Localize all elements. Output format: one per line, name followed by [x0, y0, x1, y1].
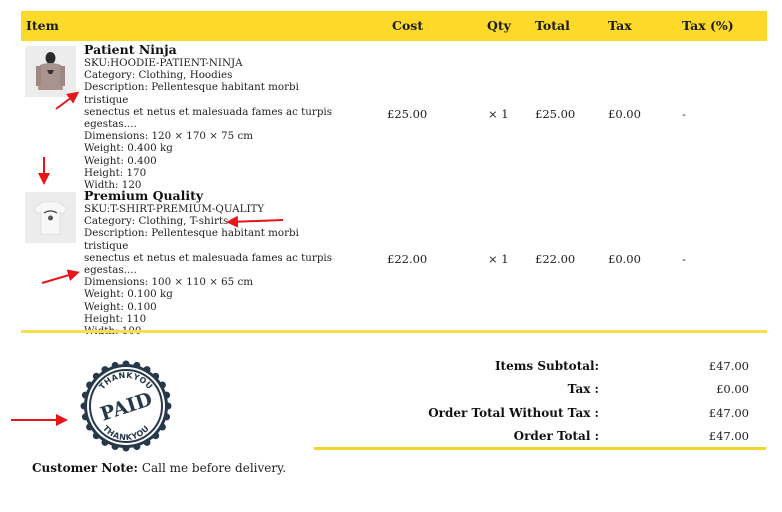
arrow-icon [41, 269, 80, 284]
arrow-icon [55, 91, 80, 110]
annotation-arrows [11, 91, 284, 426]
arrow-icon [226, 215, 284, 228]
